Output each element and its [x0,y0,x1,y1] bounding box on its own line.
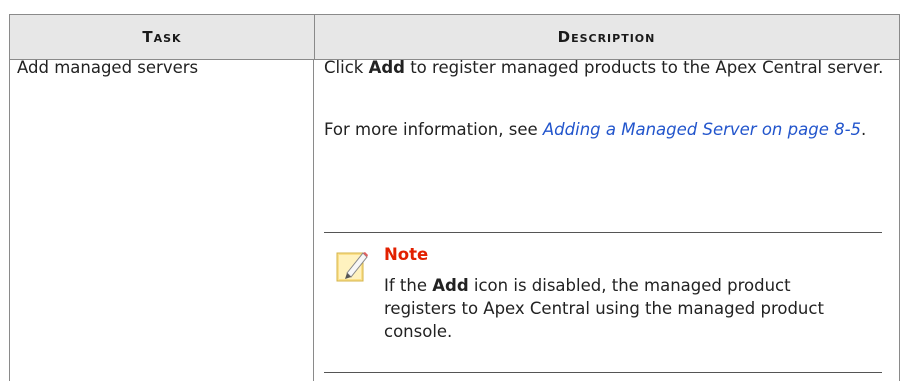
header-task: Task [142,28,182,46]
note-top-rule [324,232,882,233]
note-title: Note [384,245,429,264]
description-paragraph-2: For more information, see Adding a Manag… [324,120,867,139]
note-pencil-icon [336,252,368,282]
task-cell: Add managed servers [17,58,199,77]
cross-reference-link[interactable]: Adding a Managed Server on page 8-5 [543,120,861,139]
header-description: Description [557,28,656,46]
note-body: If the Add icon is disabled, the managed… [384,276,824,341]
table-header: Task Description [9,14,900,60]
add-keyword: Add [368,58,405,77]
note-bottom-rule [324,372,882,373]
description-paragraph-1: Click Add to register managed products t… [324,58,884,77]
